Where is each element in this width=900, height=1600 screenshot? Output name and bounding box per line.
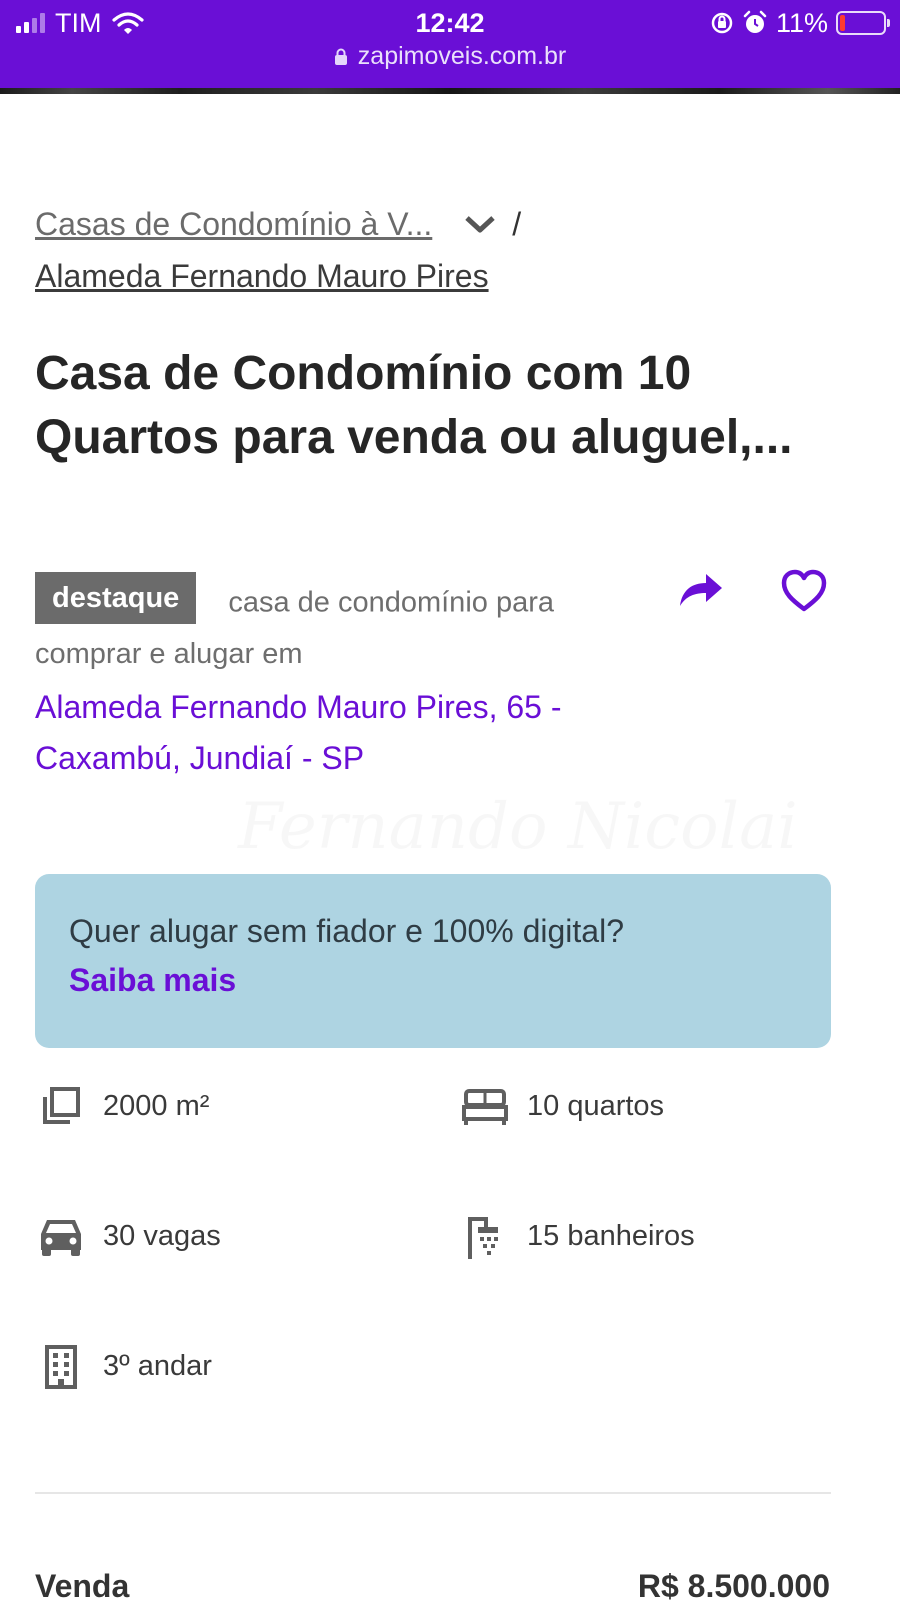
photo-gallery-edge [0,88,900,94]
listing-description: destaque casa de condomínio para comprar … [35,572,655,784]
address-bar[interactable]: zapimoveis.com.br [0,42,900,71]
battery-icon [836,11,890,35]
status-right: 11% [710,7,890,38]
battery-percent: 11% [775,7,828,38]
floor-value: 3º andar [103,1349,212,1382]
bathrooms-value: 15 banheiros [527,1219,695,1252]
feature-floor: 3º andar [35,1340,212,1392]
price-value: R$ 8.500.000 [637,1568,830,1600]
feature-bathrooms: 15 banheiros [459,1210,695,1262]
building-icon [35,1340,87,1392]
lock-icon [334,48,347,65]
bed-icon [459,1080,511,1132]
feature-area: 2000 m² [35,1080,209,1132]
heart-icon [781,569,827,612]
url-text: zapimoveis.com.br [357,42,567,70]
highlight-badge: destaque [35,572,197,624]
bedrooms-value: 10 quartos [527,1089,665,1122]
alarm-icon [743,10,767,33]
breadcrumb-link-category[interactable]: Casas de Condomínio à V... [35,198,432,250]
address-link[interactable]: Alameda Fernando Mauro Pires, 65 - Caxam… [35,682,655,784]
page-title: Casa de Condomínio com 10 Quartos para v… [35,347,793,464]
rent-promo-banner: Quer alugar sem fiador e 100% digital? S… [35,874,831,1048]
orientation-lock-icon [711,12,733,34]
divider [35,1492,831,1494]
car-icon [35,1210,87,1262]
watermark: Fernando Nicolai [238,790,798,864]
breadcrumb: Casas de Condomínio à V... / Alameda Fer… [35,198,855,302]
share-button[interactable] [676,568,726,612]
shower-icon [459,1210,511,1262]
area-icon [35,1080,87,1132]
parking-value: 30 vagas [103,1219,221,1252]
feature-bedrooms: 10 quartos [459,1080,664,1132]
feature-parking: 30 vagas [35,1210,221,1262]
chevron-down-icon[interactable] [464,214,496,234]
favorite-button[interactable] [780,568,828,614]
learn-more-link[interactable]: Saiba mais [69,954,797,1006]
breadcrumb-separator: / [512,206,522,242]
area-value: 2000 m² [103,1089,210,1122]
banner-text: Quer alugar sem fiador e 100% digital? [69,913,624,949]
breadcrumb-link-street[interactable]: Alameda Fernando Mauro Pires [35,250,855,302]
share-icon [680,574,722,606]
battery-level [840,15,845,31]
status-bar: TIM 12:42 11% zapimoveis.com.br [0,0,900,92]
price-label: Venda [35,1568,130,1600]
